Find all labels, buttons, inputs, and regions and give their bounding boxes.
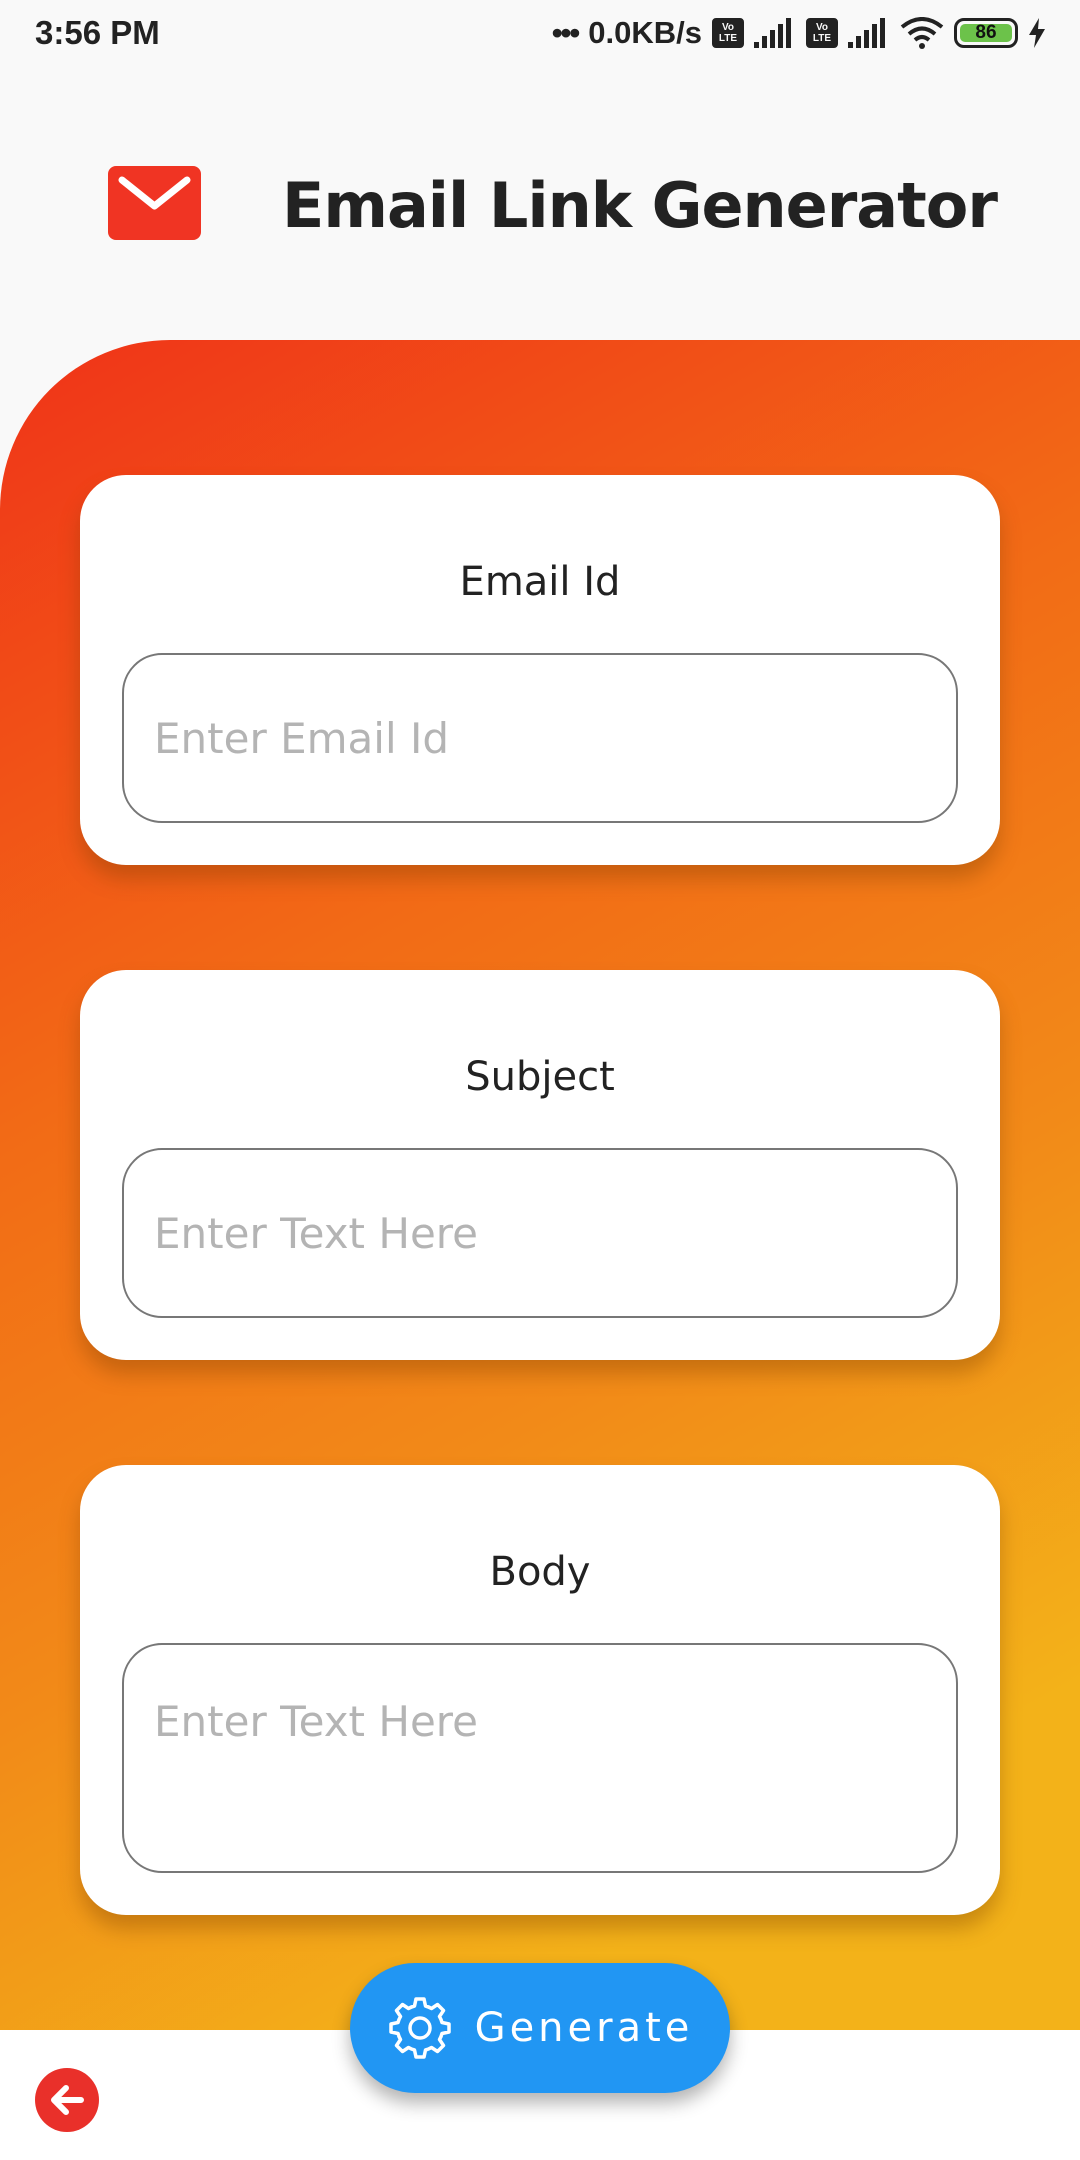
volte-icon: Vo LTE bbox=[712, 18, 744, 48]
generate-button[interactable]: Generate bbox=[350, 1963, 730, 2093]
generate-label: Generate bbox=[474, 2005, 694, 2051]
status-time: 3:56 PM bbox=[35, 14, 160, 51]
app-header: Email Link Generator bbox=[0, 66, 1080, 340]
battery-level: 86 bbox=[960, 22, 1012, 43]
signal-icon bbox=[754, 18, 791, 48]
charging-icon bbox=[1029, 18, 1045, 48]
gear-icon bbox=[388, 1997, 451, 2059]
subject-card: Subject bbox=[80, 970, 1000, 1360]
status-bar: 3:56 PM ••• 0.0KB/s Vo LTE Vo LTE 86 bbox=[0, 0, 1080, 66]
body-textarea[interactable] bbox=[122, 1643, 958, 1873]
email-label: Email Id bbox=[459, 559, 621, 605]
signal-icon bbox=[848, 18, 885, 48]
subject-label: Subject bbox=[465, 1054, 615, 1100]
email-card: Email Id bbox=[80, 475, 1000, 865]
body-label: Body bbox=[489, 1549, 591, 1595]
wifi-icon bbox=[900, 17, 944, 49]
volte-icon: Vo LTE bbox=[806, 18, 838, 48]
body-card: Body bbox=[80, 1465, 1000, 1915]
page-title: Email Link Generator bbox=[282, 169, 998, 242]
subject-input[interactable] bbox=[122, 1148, 958, 1318]
mail-icon bbox=[108, 166, 201, 240]
network-speed: 0.0KB/s bbox=[588, 15, 702, 50]
status-icons: ••• 0.0KB/s Vo LTE Vo LTE 86 bbox=[552, 15, 1046, 51]
email-input[interactable] bbox=[122, 653, 958, 823]
back-button[interactable] bbox=[35, 2068, 99, 2132]
arrow-left-icon bbox=[51, 2085, 84, 2115]
notification-dots: ••• bbox=[551, 15, 581, 50]
battery-icon: 86 bbox=[954, 18, 1018, 48]
